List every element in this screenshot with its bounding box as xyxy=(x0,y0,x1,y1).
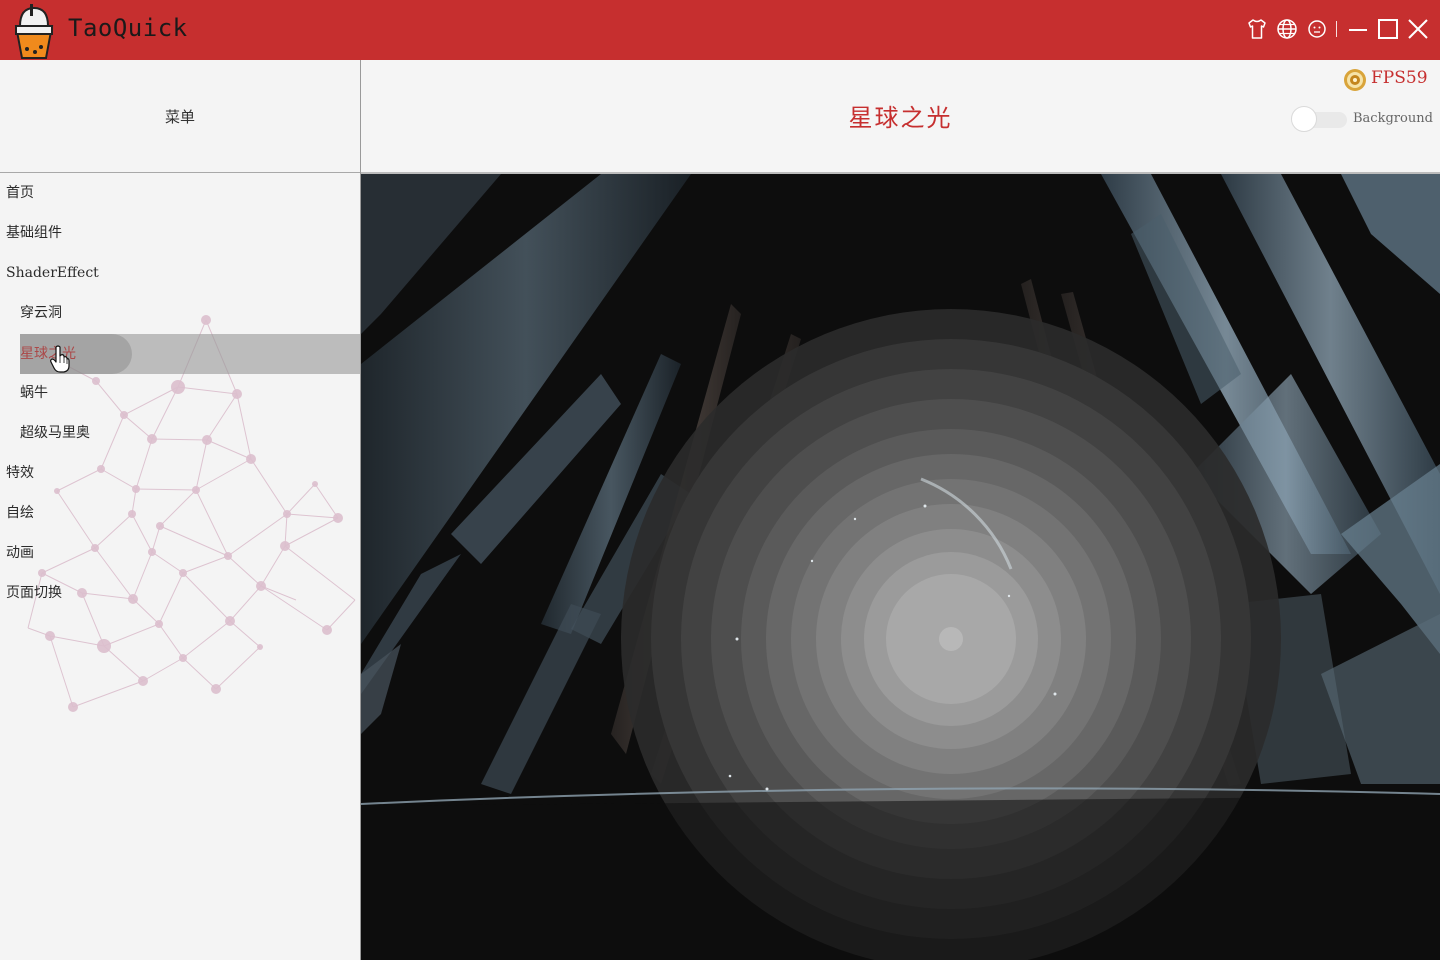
language-icon[interactable] xyxy=(1275,17,1299,41)
minimize-icon[interactable] xyxy=(1346,17,1370,41)
nav-item-page-switch[interactable]: 页面切换 xyxy=(6,573,360,613)
title-bar[interactable]: TaoQuick xyxy=(0,0,1440,60)
maximize-icon[interactable] xyxy=(1376,17,1400,41)
nav-item-shader-effect[interactable]: ShaderEffect xyxy=(6,253,360,293)
nav-item-animation[interactable]: 动画 xyxy=(6,533,360,573)
menu-title: 菜单 xyxy=(164,107,195,126)
nav-item-home[interactable]: 首页 xyxy=(6,173,360,213)
nav-item-effects[interactable]: 特效 xyxy=(6,453,360,493)
about-icon[interactable] xyxy=(1305,17,1329,41)
page-title: 星球之光 xyxy=(848,104,953,132)
nav-item-snail[interactable]: 蜗牛 xyxy=(20,373,360,413)
skin-icon[interactable] xyxy=(1245,17,1269,41)
planet-light-shader-render xyxy=(361,174,1440,960)
background-toggle[interactable] xyxy=(1291,106,1347,132)
background-toggle-label: Background xyxy=(1353,111,1433,126)
close-icon[interactable] xyxy=(1406,17,1430,41)
fps-counter: FPS59 xyxy=(1371,68,1428,88)
bubble-tea-logo-icon xyxy=(14,4,54,59)
content-header: 星球之光 FPS59 Background xyxy=(361,60,1440,172)
shader-effect-view[interactable] xyxy=(361,174,1440,960)
app-title: TaoQuick xyxy=(68,14,188,42)
nav-item-basic-components[interactable]: 基础组件 xyxy=(6,213,360,253)
nav-item-super-mario[interactable]: 超级马里奥 xyxy=(20,413,360,453)
nav-item-planet-light[interactable]: 星球之光 xyxy=(20,334,360,374)
toggle-knob[interactable] xyxy=(1291,106,1317,132)
fps-gauge-icon xyxy=(1344,69,1366,91)
sidebar: 菜单 首页 基础组件 ShaderEffect 穿云洞 星球之光 蜗牛 超级马里… xyxy=(0,60,361,960)
titlebar-separator xyxy=(1336,21,1337,37)
nav-item-custom-paint[interactable]: 自绘 xyxy=(6,493,360,533)
nav-item-cloud-tunnel[interactable]: 穿云洞 xyxy=(20,293,360,333)
